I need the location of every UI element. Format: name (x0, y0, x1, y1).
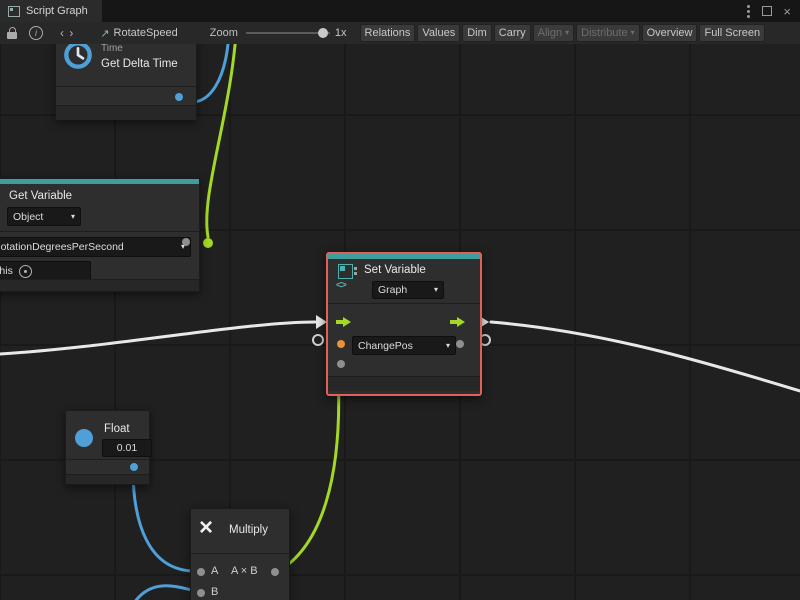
wire-flow-out[interactable] (491, 322, 800, 391)
output-value-port[interactable] (456, 340, 464, 348)
tab-title: Script Graph (26, 5, 88, 17)
toolbar-button-align[interactable]: Align ▾ (533, 24, 574, 42)
node-title: Multiply (229, 524, 268, 536)
chevron-down-icon: ▾ (565, 29, 569, 37)
node-footer (66, 474, 149, 484)
node-footer (328, 376, 480, 391)
zoom-label: Zoom (210, 27, 238, 39)
float-output-port[interactable] (130, 463, 138, 471)
button-label: Full Screen (704, 26, 760, 41)
value-port-ring-left[interactable] (312, 334, 324, 346)
lock-icon[interactable] (7, 27, 18, 40)
chevron-down-icon: ▾ (71, 213, 75, 221)
port-label-a: A (211, 565, 218, 577)
node-title: Set Variable (364, 264, 426, 276)
kebab-menu-icon[interactable] (747, 4, 751, 18)
variable-scope-dropdown[interactable]: Object ▾ (7, 207, 81, 226)
get-variable-output-port[interactable] (203, 238, 213, 248)
multiply-icon: × (199, 516, 213, 540)
button-label: Carry (499, 26, 526, 41)
toolbar-button-overview[interactable]: Overview (642, 24, 698, 42)
variable-name-dropdown[interactable]: ChangePos ▾ (352, 336, 456, 355)
node-title: Get Variable (9, 190, 72, 202)
dropdown-value: ChangePos (358, 340, 413, 352)
variable-scope-dropdown[interactable]: Graph ▾ (372, 281, 444, 299)
flow-output-port[interactable] (450, 317, 466, 327)
close-icon[interactable]: × (783, 5, 791, 18)
port-label-b: B (211, 586, 218, 598)
zoom-slider-knob[interactable] (318, 28, 328, 38)
object-picker-icon[interactable] (19, 265, 32, 278)
button-label: Align (538, 26, 562, 41)
code-toggle-icon[interactable]: ‹ › (60, 26, 74, 40)
tab-bar: Script Graph × (0, 0, 800, 22)
toolbar-button-distribute[interactable]: Distribute ▾ (576, 24, 639, 42)
node-get-delta-time[interactable]: Time Get Delta Time (55, 44, 197, 120)
node-footer (0, 279, 199, 291)
name-port[interactable] (182, 238, 190, 246)
button-label: Values (422, 26, 455, 41)
chevron-down-icon: ▾ (631, 29, 635, 37)
unity-visual-scripting-window: Script Graph × i ‹ › ↗ RotateSpeed Zoom … (0, 0, 800, 600)
graph-asset-icon: ↗ (100, 27, 109, 40)
node-category: Time (101, 44, 123, 54)
new-value-input-port[interactable] (337, 360, 345, 368)
node-title: Float (104, 423, 130, 435)
toolbar-button-fullscreen[interactable]: Full Screen (699, 24, 765, 42)
info-icon[interactable]: i (29, 26, 43, 40)
clock-icon (63, 44, 93, 70)
script-graph-icon (8, 6, 20, 17)
variable-name-dropdown[interactable]: RotationDegreesPerSecond ▾ (0, 237, 191, 257)
node-set-variable[interactable]: <> Set Variable Graph ▾ ChangePos ▾ (326, 252, 482, 396)
toolbar-button-dim[interactable]: Dim (462, 24, 492, 42)
dropdown-value: RotationDegreesPerSecond (0, 241, 124, 253)
zoom-slider[interactable] (246, 26, 330, 40)
graph-asset-breadcrumb[interactable]: ↗ RotateSpeed (100, 27, 177, 40)
flow-input-port[interactable] (336, 317, 352, 327)
graph-canvas[interactable]: Time Get Delta Time Get Variable Object … (0, 44, 800, 600)
target-object-field[interactable]: This (0, 261, 91, 281)
result-output-port[interactable] (271, 568, 279, 576)
button-label: Dim (467, 26, 487, 41)
field-value: 0.01 (117, 442, 137, 454)
graph-toolbar: i ‹ › ↗ RotateSpeed Zoom 1x Relations Va… (0, 22, 800, 45)
delta-seconds-output-port[interactable] (175, 93, 183, 101)
float-value-field[interactable]: 0.01 (102, 439, 152, 457)
variable-icon (338, 264, 353, 279)
maximize-icon[interactable] (762, 6, 772, 16)
dropdown-value: Object (13, 211, 43, 223)
variable-value-port[interactable] (337, 340, 345, 348)
toolbar-button-values[interactable]: Values (417, 24, 460, 42)
wire-blue-to-b[interactable] (134, 586, 196, 600)
dropdown-value: Graph (378, 284, 407, 296)
chevron-down-icon: ▾ (446, 342, 450, 350)
field-value: This (0, 265, 13, 277)
float-icon (75, 429, 93, 447)
zoom-value: 1x (335, 27, 347, 39)
input-b-port[interactable] (197, 589, 205, 597)
wire-flow-in[interactable] (0, 322, 315, 354)
button-label: Relations (365, 26, 411, 41)
node-float[interactable]: Float 0.01 (65, 410, 150, 485)
node-title: Get Delta Time (101, 58, 178, 70)
tab-script-graph[interactable]: Script Graph (0, 0, 102, 22)
window-controls: × (747, 0, 800, 22)
node-accent-bar (328, 254, 480, 259)
node-footer (56, 105, 196, 120)
button-label: Overview (647, 26, 693, 41)
toolbar-button-relations[interactable]: Relations (360, 24, 416, 42)
node-get-variable[interactable]: Get Variable Object ▾ RotationDegreesPer… (0, 178, 200, 292)
graph-kind-icon: <> (336, 280, 346, 291)
chevron-down-icon: ▾ (434, 286, 438, 294)
button-label: Distribute (581, 26, 627, 41)
node-multiply[interactable]: × Multiply A A × B B (190, 508, 290, 600)
graph-asset-name: RotateSpeed (114, 27, 178, 39)
input-a-port[interactable] (197, 568, 205, 576)
toolbar-button-carry[interactable]: Carry (494, 24, 531, 42)
node-accent-bar (0, 179, 199, 184)
port-label-result: A × B (231, 565, 258, 577)
